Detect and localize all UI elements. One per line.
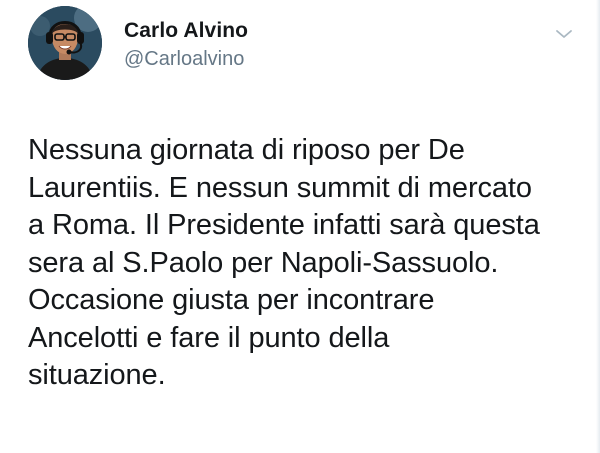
avatar[interactable] bbox=[28, 6, 102, 80]
avatar-photo bbox=[28, 6, 102, 80]
chevron-down-icon[interactable] bbox=[552, 22, 576, 46]
author-block[interactable]: Carlo Alvino @Carloalvino bbox=[124, 18, 248, 72]
user-handle[interactable]: @Carloalvino bbox=[124, 46, 248, 72]
display-name[interactable]: Carlo Alvino bbox=[124, 18, 248, 44]
card-edge-divider bbox=[596, 0, 600, 453]
tweet-text: Nessuna giornata di riposo per De Lauren… bbox=[28, 134, 540, 391]
tweet-card: Carlo Alvino @Carloalvino Nessuna giorna… bbox=[0, 0, 600, 453]
